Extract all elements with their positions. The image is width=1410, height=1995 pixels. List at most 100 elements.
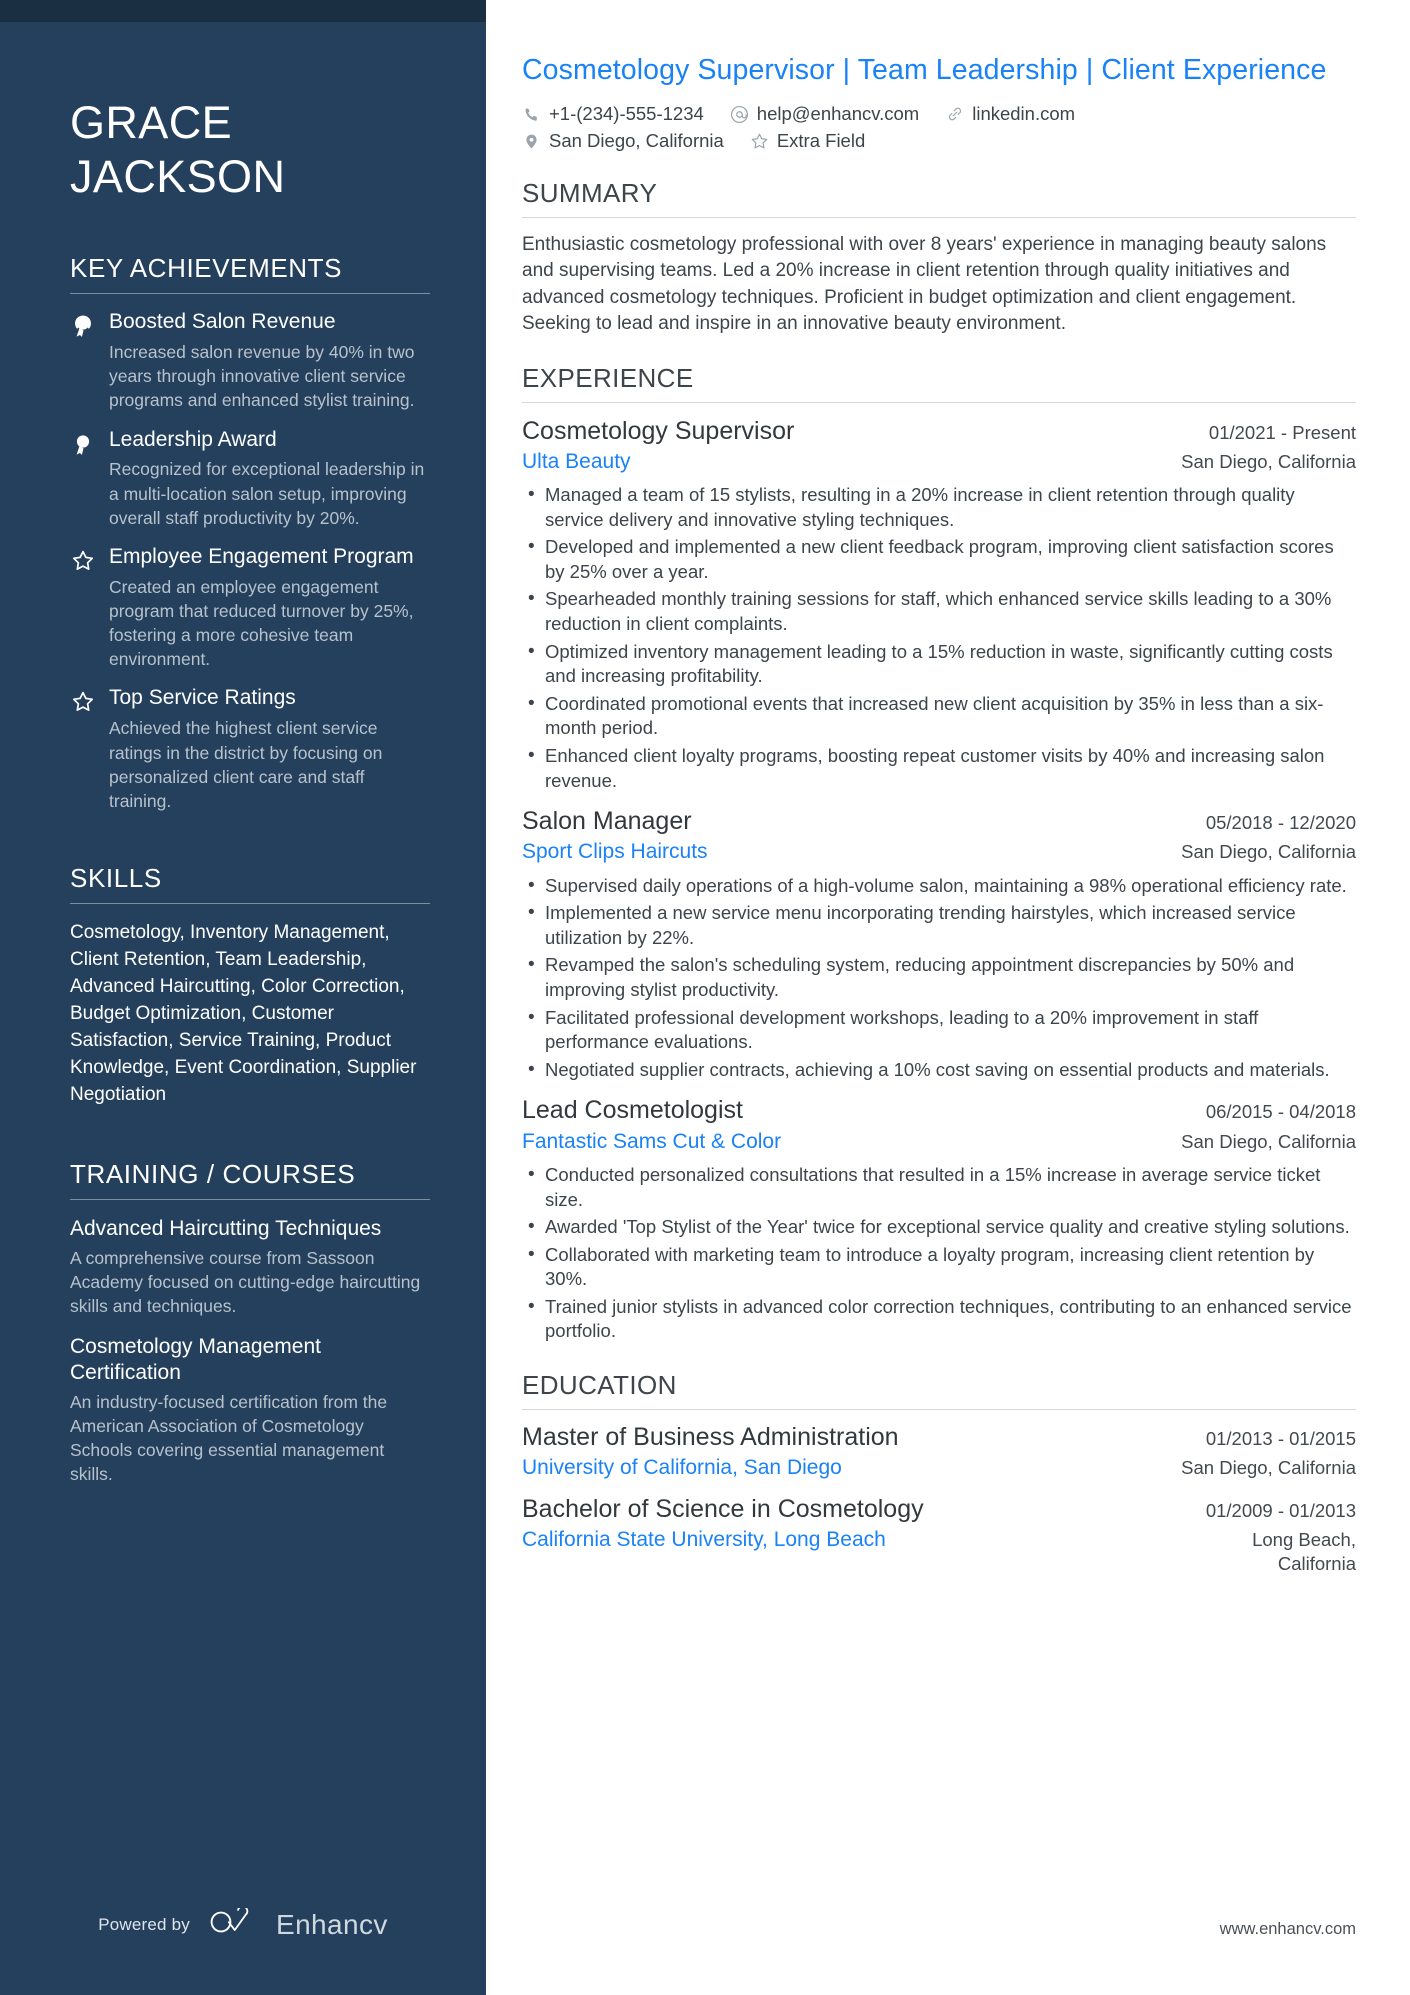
achievement-item: Boosted Salon Revenue Increased salon re…: [70, 310, 430, 412]
skills-section: SKILLS Cosmetology, Inventory Management…: [70, 863, 430, 1109]
bullet-item: Conducted personalized consultations tha…: [522, 1162, 1356, 1212]
sidebar-footer: Powered by Enhancv: [0, 1905, 486, 1941]
star-outline-icon: [70, 548, 96, 574]
bullet-item: Negotiated supplier contracts, achieving…: [522, 1057, 1356, 1083]
contact-linkedin-text: linkedin.com: [972, 103, 1076, 125]
education-section: EDUCATION Master of Business Administrat…: [522, 1370, 1356, 1576]
site-url: www.enhancv.com: [1219, 1920, 1356, 1938]
bullet-item: Supervised daily operations of a high-vo…: [522, 873, 1356, 899]
achievement-description: Achieved the highest client service rati…: [109, 718, 383, 811]
school-location: Long Beach, California: [1252, 1528, 1356, 1574]
achievement-item: Leadership Award Recognized for exceptio…: [70, 428, 430, 530]
achievement-description: Created an employee engagement program t…: [109, 576, 414, 670]
divider: [70, 293, 430, 295]
contact-email[interactable]: help@enhancv.com: [730, 103, 919, 125]
achievement-title: Employee Engagement Program: [109, 544, 414, 568]
sidebar: GRACE JACKSON KEY ACHIEVEMENTS Boosted Sa…: [0, 0, 486, 1995]
award-badge-icon: [70, 313, 96, 339]
bullet-item: Revamped the salon's scheduling system, …: [522, 952, 1356, 1002]
summary-text: Enthusiastic cosmetology professional wi…: [522, 234, 1327, 334]
job-title: Cosmetology Supervisor: [522, 416, 795, 445]
job-dates: 01/2021 - Present: [1208, 421, 1356, 443]
achievement-title: Leadership Award: [109, 427, 277, 451]
key-achievements-title: KEY ACHIEVEMENTS: [70, 253, 343, 284]
professional-headline: Cosmetology Supervisor | Team Leadership…: [522, 54, 1327, 86]
divider: [522, 1409, 1356, 1411]
achievement-description: Recognized for exceptional leadership in…: [109, 459, 425, 528]
divider: [522, 217, 1356, 219]
divider: [522, 401, 1356, 403]
course-description: A comprehensive course from Sassoon Acad…: [70, 1247, 421, 1317]
course-description: An industry-focused certification from t…: [70, 1391, 388, 1485]
enhancv-wordmark: Enhancv: [276, 1908, 388, 1940]
achievement-title: Top Service Ratings: [109, 686, 296, 710]
contact-location[interactable]: San Diego, California: [522, 130, 724, 152]
experience-title: EXPERIENCE: [522, 362, 694, 393]
job-dates: 06/2015 - 04/2018: [1205, 1101, 1356, 1123]
experience-entry: Cosmetology Supervisor 01/2021 - Present…: [522, 416, 1356, 794]
main-content: Cosmetology Supervisor | Team Leadership…: [486, 0, 1410, 1995]
bullet-item: Awarded 'Top Stylist of the Year' twice …: [522, 1214, 1356, 1240]
email-icon: [730, 105, 749, 124]
experience-section: EXPERIENCE Cosmetology Supervisor 01/202…: [522, 363, 1356, 1345]
sidebar-top-strip: [0, 0, 486, 22]
bullet-item: Implemented a new service menu incorpora…: [522, 900, 1356, 950]
school-name[interactable]: University of California, San Diego: [522, 1454, 842, 1481]
bullet-item: Developed and implemented a new client f…: [522, 534, 1356, 584]
degree-dates: 01/2009 - 01/2013: [1205, 1499, 1356, 1521]
bullet-item: Coordinated promotional events that incr…: [522, 691, 1356, 741]
contact-extra-field-text: Extra Field: [776, 130, 866, 152]
contact-phone[interactable]: +1-(234)-555-1234: [522, 103, 704, 125]
job-title: Salon Manager: [522, 807, 692, 836]
job-bullets: Managed a team of 15 stylists, resulting…: [522, 482, 1356, 793]
skills-title: SKILLS: [70, 863, 162, 893]
contact-linkedin[interactable]: linkedin.com: [945, 103, 1075, 125]
degree-name: Master of Business Administration: [522, 1423, 899, 1452]
company-name[interactable]: Fantastic Sams Cut & Color: [522, 1129, 781, 1155]
key-achievements-section: KEY ACHIEVEMENTS Boosted Salon Revenue I…: [70, 253, 430, 813]
bullet-item: Trained junior stylists in advanced colo…: [522, 1294, 1356, 1344]
divider: [70, 1198, 430, 1200]
achievement-title: Boosted Salon Revenue: [109, 310, 336, 334]
contact-row-1: +1-(234)-555-1234 help@enhancv.com linke…: [522, 103, 1356, 125]
training-courses-title: TRAINING / COURSES: [70, 1158, 356, 1189]
star-icon: [750, 132, 769, 151]
bullet-item: Collaborated with marketing team to intr…: [522, 1242, 1356, 1292]
bullet-item: Optimized inventory management leading t…: [522, 639, 1356, 689]
company-name[interactable]: Sport Clips Haircuts: [522, 839, 708, 865]
bullet-item: Managed a team of 15 stylists, resulting…: [522, 482, 1356, 532]
degree-name: Bachelor of Science in Cosmetology: [522, 1494, 924, 1523]
summary-title: SUMMARY: [522, 178, 658, 209]
job-dates: 05/2018 - 12/2020: [1205, 812, 1356, 834]
bullet-item: Enhanced client loyalty programs, boosti…: [522, 743, 1356, 793]
contact-phone-text: +1-(234)-555-1234: [549, 103, 704, 125]
degree-dates: 01/2013 - 01/2015: [1205, 1428, 1356, 1450]
course-item: Cosmetology Management Certification An …: [70, 1334, 430, 1486]
phone-icon: [522, 105, 541, 124]
experience-entry: Salon Manager 05/2018 - 12/2020 Sport Cl…: [522, 806, 1356, 1082]
company-name[interactable]: Ulta Beauty: [522, 449, 631, 475]
contact-extra-field[interactable]: Extra Field: [750, 130, 865, 152]
achievement-item: Top Service Ratings Achieved the highest…: [70, 686, 430, 813]
summary-section: SUMMARY Enthusiastic cosmetology profess…: [522, 178, 1356, 336]
job-title: Lead Cosmetologist: [522, 1096, 743, 1125]
powered-by-label: Powered by: [98, 1914, 190, 1934]
link-icon: [945, 105, 964, 124]
job-location: San Diego, California: [1181, 1130, 1356, 1152]
education-entry: Master of Business Administration 01/201…: [522, 1422, 1356, 1482]
course-title: Advanced Haircutting Techniques: [70, 1216, 382, 1240]
location-pin-icon: [522, 132, 541, 151]
job-location: San Diego, California: [1181, 450, 1356, 472]
job-bullets: Conducted personalized consultations tha…: [522, 1162, 1356, 1344]
contact-email-text: help@enhancv.com: [756, 103, 920, 125]
contact-location-text: San Diego, California: [549, 130, 724, 152]
divider: [70, 903, 430, 904]
award-badge-icon: [70, 431, 96, 457]
enhancv-logo-icon: [208, 1905, 258, 1941]
school-name[interactable]: California State University, Long Beach: [522, 1526, 886, 1553]
achievement-item: Employee Engagement Program Created an e…: [70, 545, 430, 672]
achievement-description: Increased salon revenue by 40% in two ye…: [109, 342, 415, 411]
bullet-item: Facilitated professional development wor…: [522, 1005, 1356, 1055]
job-bullets: Supervised daily operations of a high-vo…: [522, 873, 1356, 1083]
resume-page: GRACE JACKSON KEY ACHIEVEMENTS Boosted Sa…: [0, 0, 1410, 1995]
